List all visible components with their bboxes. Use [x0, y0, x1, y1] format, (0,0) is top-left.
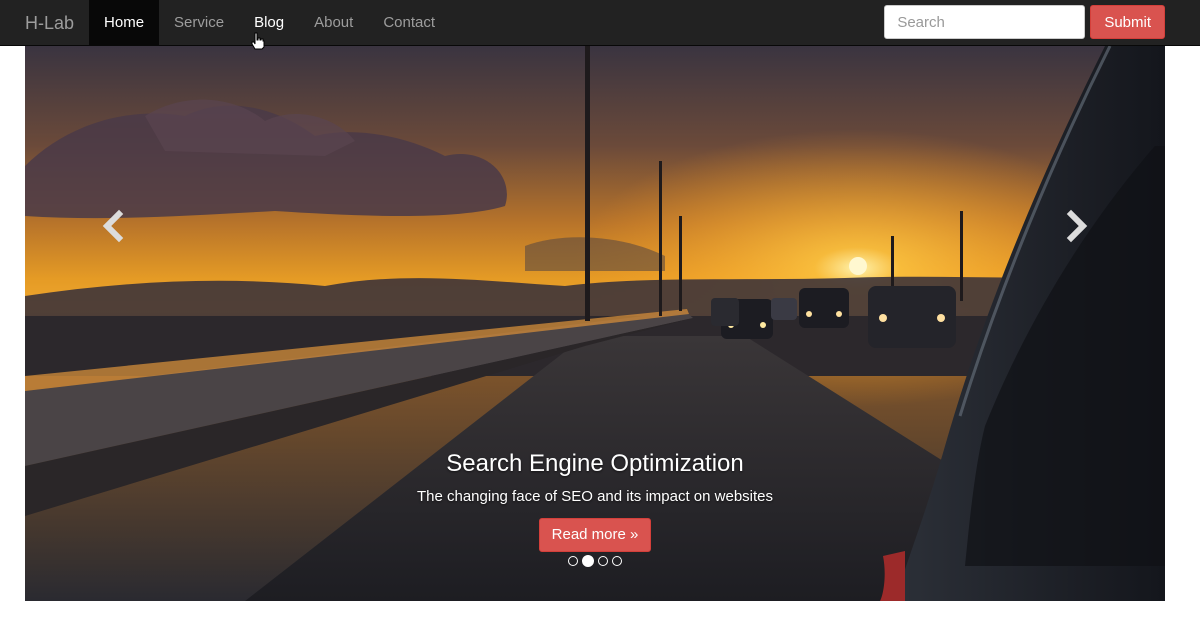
carousel-prev-icon[interactable]: [95, 206, 135, 246]
indicator-dot-1[interactable]: [568, 556, 578, 566]
caption-title: Search Engine Optimization: [446, 450, 744, 477]
nav-item-contact[interactable]: Contact: [368, 0, 450, 46]
indicator-dot-2[interactable]: [582, 555, 594, 567]
nav-item-blog[interactable]: Blog: [239, 0, 299, 46]
hero-carousel: Search Engine Optimization The changing …: [25, 46, 1165, 601]
carousel-caption: Search Engine Optimization The changing …: [25, 449, 1165, 552]
navbar: H-Lab Home Service Blog About Contact Su…: [0, 0, 1200, 46]
indicator-dot-4[interactable]: [612, 556, 622, 566]
caption-text: The changing face of SEO and its impact …: [416, 488, 774, 505]
main-nav: Home Service Blog About Contact: [89, 0, 450, 46]
read-more-button[interactable]: Read more »: [538, 518, 652, 552]
carousel-indicators: [25, 555, 1165, 567]
carousel-next-icon[interactable]: [1057, 206, 1097, 246]
nav-item-home[interactable]: Home: [89, 0, 160, 46]
search-input[interactable]: [884, 5, 1086, 39]
nav-item-service[interactable]: Service: [159, 0, 239, 46]
brand-logo[interactable]: H-Lab: [0, 0, 89, 46]
search-form: Submit: [884, 5, 1165, 39]
nav-item-about[interactable]: About: [299, 0, 368, 46]
indicator-dot-3[interactable]: [598, 556, 608, 566]
submit-button[interactable]: Submit: [1090, 5, 1165, 39]
